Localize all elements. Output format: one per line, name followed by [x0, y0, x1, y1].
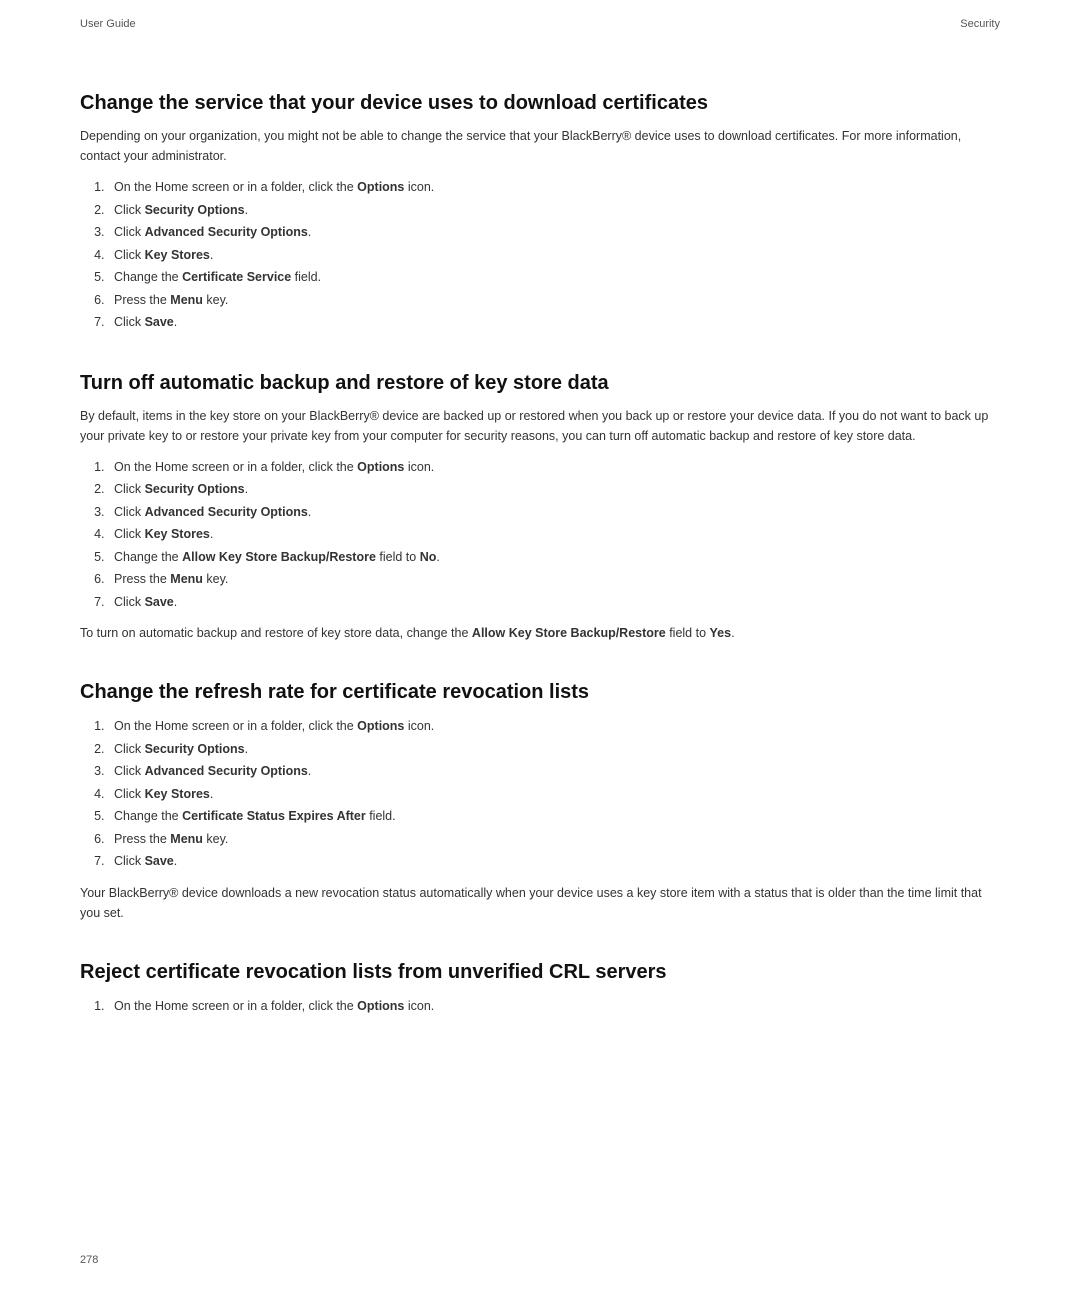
section-title-section3: Change the refresh rate for certificate …	[80, 679, 1000, 705]
header-right: Security	[960, 18, 1000, 30]
steps-list-section3: On the Home screen or in a folder, click…	[80, 715, 1000, 873]
step-item: Click Key Stores.	[108, 244, 1000, 267]
step-item: On the Home screen or in a folder, click…	[108, 176, 1000, 199]
steps-list-section4: On the Home screen or in a folder, click…	[80, 995, 1000, 1018]
section-section1: Change the service that your device uses…	[80, 90, 1000, 334]
section-note-section2: To turn on automatic backup and restore …	[80, 623, 1000, 643]
step-item: Click Save.	[108, 591, 1000, 614]
step-item: Click Key Stores.	[108, 783, 1000, 806]
section-note-section3: Your BlackBerry® device downloads a new …	[80, 883, 1000, 923]
section-intro-section2: By default, items in the key store on yo…	[80, 406, 1000, 446]
step-item: Click Security Options.	[108, 199, 1000, 222]
step-item: Click Security Options.	[108, 478, 1000, 501]
step-item: Change the Certificate Status Expires Af…	[108, 805, 1000, 828]
section-section4: Reject certificate revocation lists from…	[80, 959, 1000, 1018]
step-item: Click Advanced Security Options.	[108, 221, 1000, 244]
step-item: Click Advanced Security Options.	[108, 760, 1000, 783]
step-item: Click Save.	[108, 850, 1000, 873]
page-header: User Guide Security	[80, 0, 1000, 30]
section-intro-section1: Depending on your organization, you migh…	[80, 126, 1000, 166]
content-area: Change the service that your device uses…	[80, 90, 1000, 1017]
step-item: Press the Menu key.	[108, 828, 1000, 851]
step-item: Change the Certificate Service field.	[108, 266, 1000, 289]
step-item: Press the Menu key.	[108, 568, 1000, 591]
step-item: Click Key Stores.	[108, 523, 1000, 546]
section-title-section2: Turn off automatic backup and restore of…	[80, 370, 1000, 396]
step-item: On the Home screen or in a folder, click…	[108, 995, 1000, 1018]
step-item: On the Home screen or in a folder, click…	[108, 715, 1000, 738]
page-number: 278	[80, 1254, 98, 1266]
section-section2: Turn off automatic backup and restore of…	[80, 370, 1000, 644]
step-item: On the Home screen or in a folder, click…	[108, 456, 1000, 479]
page: User Guide Security Change the service t…	[0, 0, 1080, 1296]
section-section3: Change the refresh rate for certificate …	[80, 679, 1000, 923]
step-item: Click Security Options.	[108, 738, 1000, 761]
header-left: User Guide	[80, 18, 136, 30]
step-item: Change the Allow Key Store Backup/Restor…	[108, 546, 1000, 569]
section-title-section1: Change the service that your device uses…	[80, 90, 1000, 116]
page-footer: 278	[80, 1254, 98, 1266]
steps-list-section2: On the Home screen or in a folder, click…	[80, 456, 1000, 614]
step-item: Click Advanced Security Options.	[108, 501, 1000, 524]
section-title-section4: Reject certificate revocation lists from…	[80, 959, 1000, 985]
steps-list-section1: On the Home screen or in a folder, click…	[80, 176, 1000, 334]
step-item: Press the Menu key.	[108, 289, 1000, 312]
step-item: Click Save.	[108, 311, 1000, 334]
